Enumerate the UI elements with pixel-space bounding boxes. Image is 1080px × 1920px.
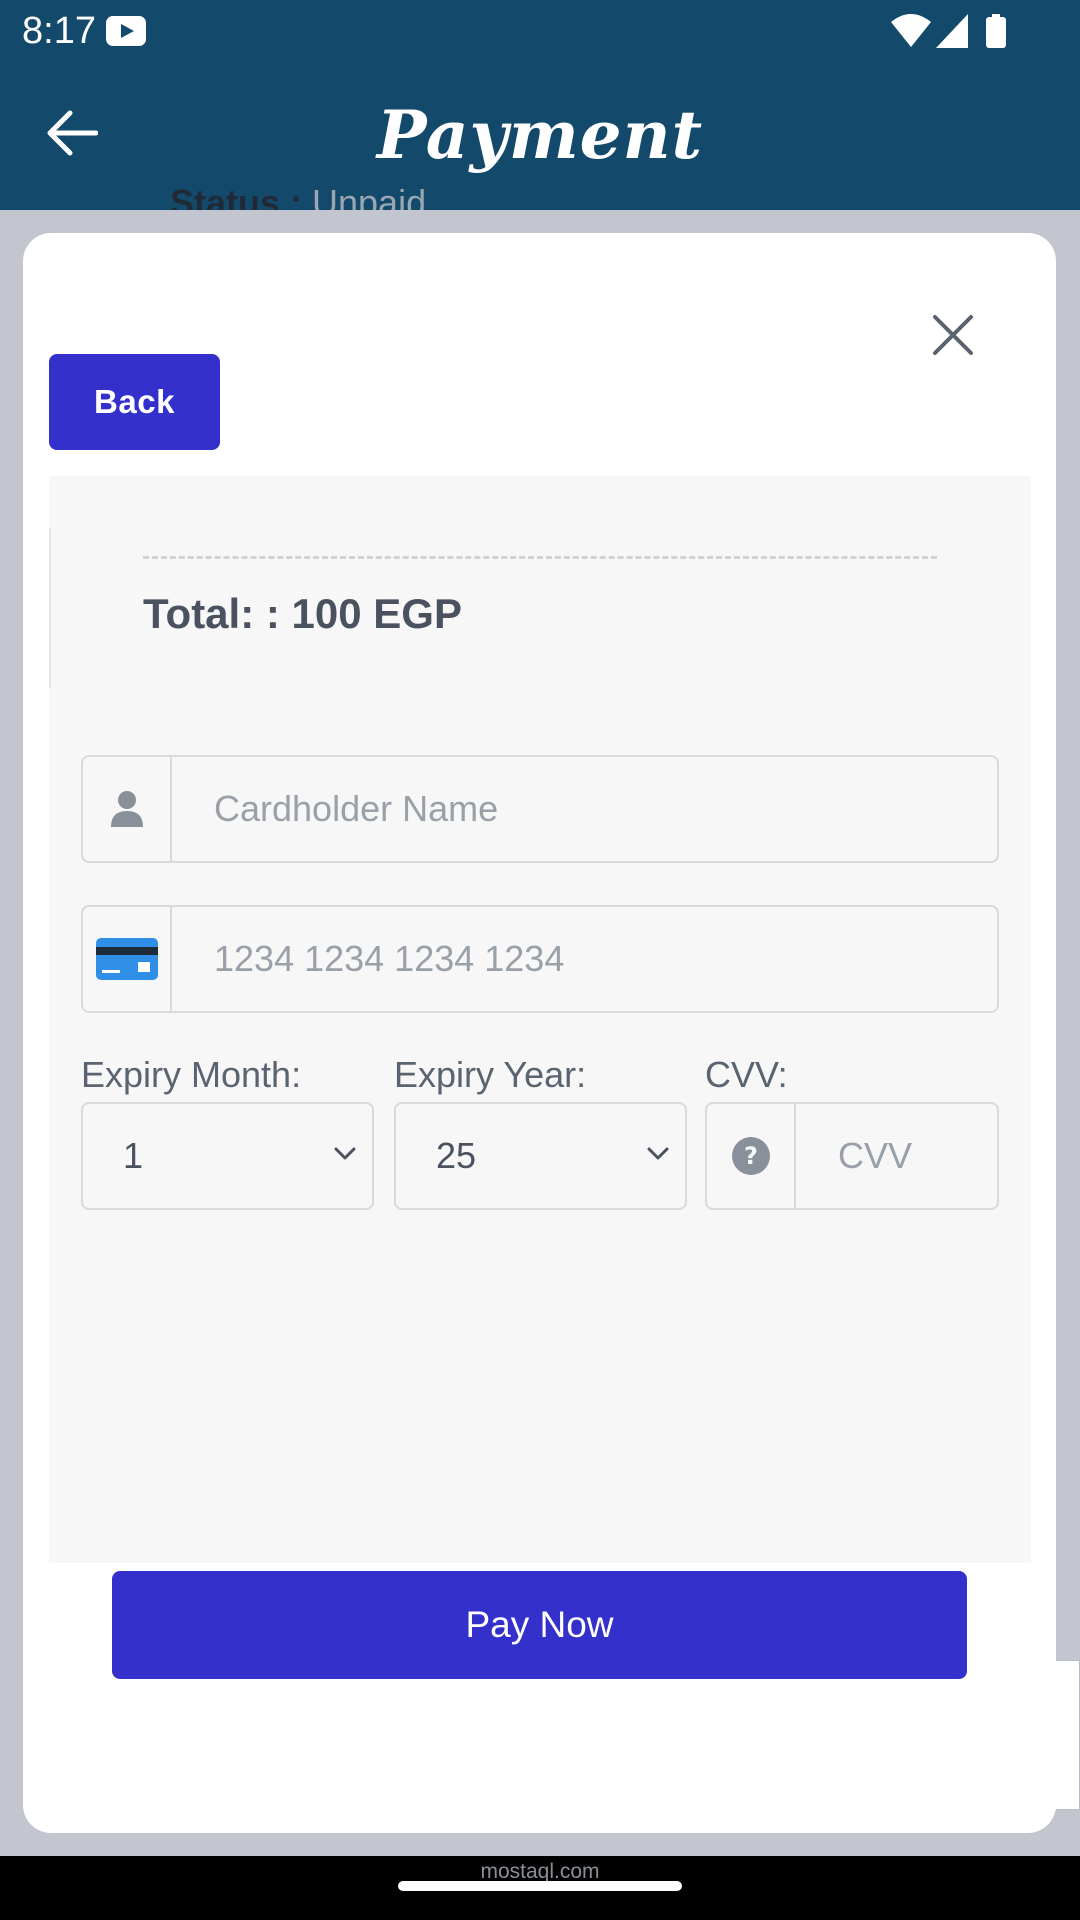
credit-card-icon (95, 938, 158, 980)
cvv-label: CVV: (705, 1054, 788, 1095)
back-button[interactable]: Back (49, 354, 220, 450)
chevron-down-icon (647, 1147, 669, 1160)
user-icon (110, 791, 143, 827)
payment-modal: Back Total: : 100 EGP Cardholder Name 12… (23, 233, 1056, 1833)
cardholder-addon (83, 757, 172, 861)
pay-now-button[interactable]: Pay Now (112, 1571, 967, 1679)
cardholder-name-input[interactable] (172, 757, 997, 861)
signal-icon (936, 14, 968, 48)
expiry-month-value: 1 (123, 1135, 144, 1176)
cvv-field: ? (705, 1102, 999, 1210)
close-icon[interactable] (929, 311, 977, 359)
cvv-addon: ? (707, 1104, 796, 1208)
summary-border (49, 528, 51, 688)
background-status-text: Status : Unpaid (170, 186, 426, 210)
expiry-month-select[interactable]: 1 (81, 1102, 374, 1210)
battery-icon (986, 14, 1006, 48)
chevron-down-icon (334, 1147, 356, 1160)
payment-form: Total: : 100 EGP Cardholder Name 1234 12… (49, 476, 1031, 1679)
cardholder-name-field (81, 755, 999, 863)
status-time: 8:17 (22, 10, 96, 52)
dashed-divider (143, 556, 937, 559)
app-bar: Payment (0, 64, 1080, 210)
card-number-input[interactable] (172, 907, 997, 1011)
page-title: Payment (376, 96, 704, 174)
svg-text:?: ? (744, 1142, 758, 1170)
home-handle[interactable] (398, 1881, 682, 1891)
status-label: Status : (170, 186, 313, 210)
expiry-year-select[interactable]: 25 (394, 1102, 687, 1210)
wifi-icon (891, 14, 931, 47)
expiry-year-label: Expiry Year: (394, 1054, 587, 1095)
total-amount: Total: : 100 EGP (143, 590, 462, 637)
status-value: Unpaid (312, 186, 427, 210)
card-number-field (81, 905, 999, 1013)
expiry-month-label: Expiry Month: (81, 1054, 302, 1095)
status-bar: 8:17 (0, 0, 1080, 64)
help-circle-icon: ? (731, 1137, 770, 1175)
expiry-year-value: 25 (436, 1135, 477, 1176)
youtube-icon (106, 16, 146, 46)
cvv-input[interactable] (796, 1104, 997, 1208)
card-number-addon (83, 907, 172, 1011)
